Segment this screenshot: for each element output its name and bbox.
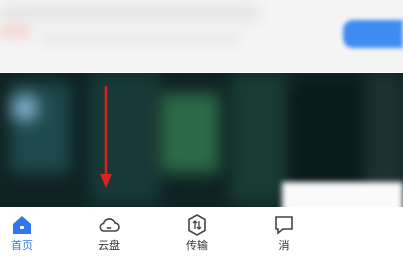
header-blur-bar (0, 4, 260, 22)
media-blur-highlight (12, 95, 38, 121)
annotation-arrow-icon (100, 86, 112, 188)
nav-item-cloud[interactable]: 云盘 (79, 207, 139, 257)
message-icon (275, 216, 293, 235)
transfer-icon (188, 214, 206, 236)
media-blur-region (160, 93, 220, 173)
header-blur-text (40, 34, 240, 44)
home-icon (13, 216, 31, 234)
nav-label-home: 首页 (11, 239, 33, 252)
media-blur-region (230, 73, 290, 203)
cloud-icon (99, 218, 120, 232)
header-area (0, 0, 403, 72)
nav-item-home[interactable]: 首页 (0, 207, 52, 257)
nav-item-message[interactable]: 消 (254, 207, 314, 257)
nav-label-cloud: 云盘 (98, 239, 120, 252)
nav-item-transfer[interactable]: 传输 (167, 207, 227, 257)
bottom-navigation: 首页 云盘 传输 消 (0, 207, 403, 257)
nav-label-transfer: 传输 (186, 239, 208, 252)
header-accent (0, 24, 30, 38)
media-blur-region (290, 83, 370, 193)
header-action-button[interactable] (343, 20, 403, 48)
nav-label-message: 消 (278, 239, 290, 252)
